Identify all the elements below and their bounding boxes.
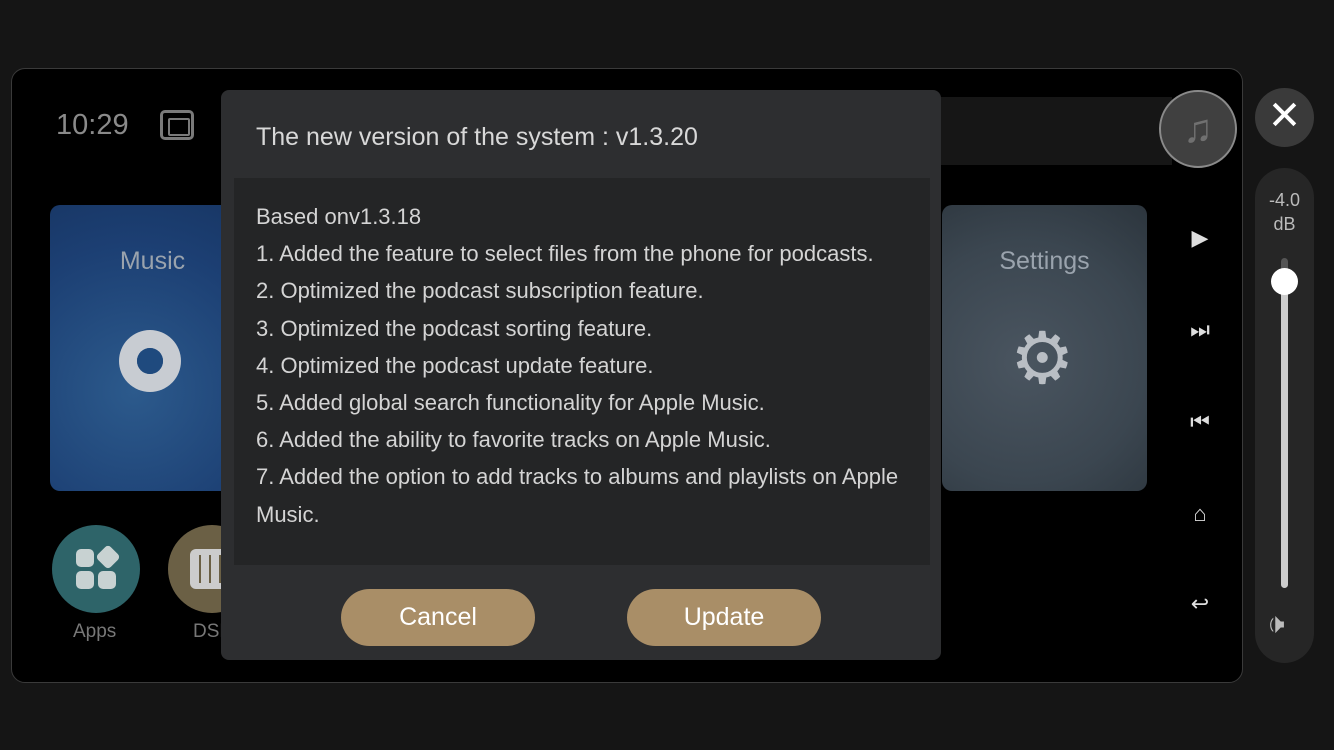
- apps-icon: [76, 545, 120, 589]
- home-icon[interactable]: ⌂: [1188, 501, 1212, 527]
- volume-fill: [1281, 281, 1288, 588]
- changelog-line: 2. Optimized the podcast subscription fe…: [256, 278, 704, 304]
- changelog-line: 4. Optimized the podcast update feature.: [256, 352, 654, 378]
- update-dialog: The new version of the system : v1.3.20 …: [221, 90, 941, 660]
- now-playing-bar[interactable]: [932, 97, 1172, 165]
- changelog-line: Based onv1.3.18: [256, 204, 422, 229]
- update-button[interactable]: Update: [627, 589, 821, 646]
- close-button[interactable]: ✕: [1255, 88, 1314, 147]
- changelog[interactable]: Based onv1.3.18 1. Added the feature to …: [234, 178, 930, 565]
- next-icon[interactable]: ⏭: [1188, 317, 1212, 343]
- clock: 10:29: [56, 109, 129, 141]
- dialog-title: The new version of the system : v1.3.20: [256, 123, 698, 151]
- changelog-line: 7. Added the option to add tracks to alb…: [256, 464, 899, 527]
- volume-panel: -4.0 dB 🕩: [1255, 168, 1314, 663]
- volume-slider[interactable]: [1271, 258, 1298, 588]
- disc-icon: [119, 330, 181, 392]
- apps-label: Apps: [73, 621, 117, 642]
- cancel-button[interactable]: Cancel: [341, 589, 535, 646]
- changelog-line: 1. Added the feature to select files fro…: [256, 241, 874, 267]
- changelog-line: 3. Optimized the podcast sorting feature…: [256, 315, 653, 341]
- settings-tile-label: Settings: [999, 247, 1090, 275]
- back-icon[interactable]: ↩: [1188, 591, 1212, 617]
- changelog-line: 6. Added the ability to favorite tracks …: [256, 427, 771, 453]
- settings-tile[interactable]: Settings ⚙: [942, 205, 1147, 491]
- music-note-button[interactable]: ♫: [1159, 90, 1237, 168]
- previous-icon[interactable]: ⏮: [1188, 409, 1212, 435]
- volume-knob[interactable]: [1271, 268, 1298, 296]
- volume-value: -4.0: [1268, 190, 1301, 210]
- volume-unit: dB: [1273, 214, 1296, 234]
- play-icon[interactable]: ▶: [1188, 225, 1212, 251]
- changelog-line: 5. Added global search functionality for…: [256, 390, 765, 416]
- apps-button[interactable]: [52, 525, 140, 613]
- gear-icon: ⚙: [1010, 319, 1075, 399]
- speaker-icon[interactable]: 🕩: [1267, 608, 1285, 641]
- usb-icon: [160, 110, 194, 140]
